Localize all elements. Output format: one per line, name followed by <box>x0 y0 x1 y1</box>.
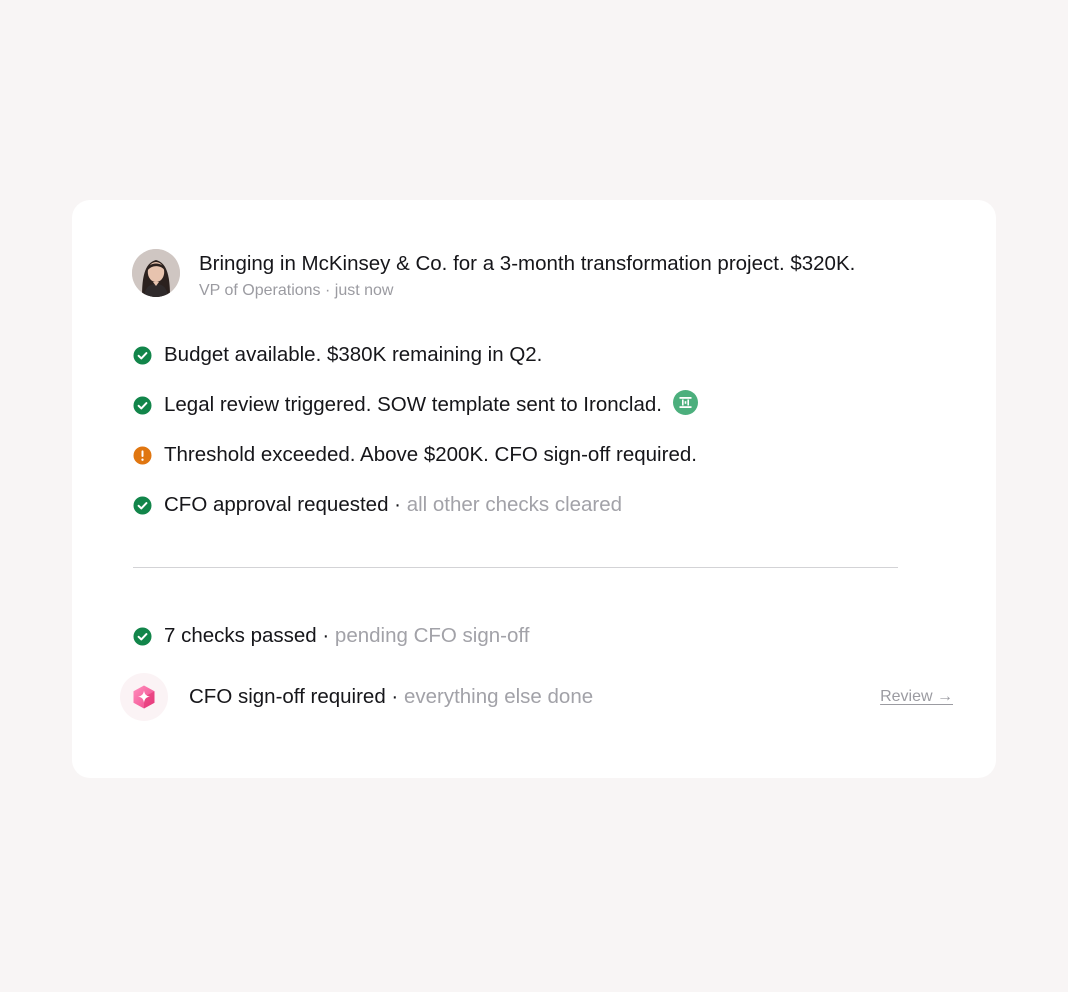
review-link[interactable]: Review → <box>880 688 953 706</box>
check-text: Budget available. $380K remaining in Q2. <box>164 343 543 366</box>
check-label: CFO approval requested <box>164 493 389 516</box>
checks-list: Budget available. $380K remaining in Q2.… <box>133 340 956 520</box>
action-detail: everything else done <box>403 685 594 708</box>
check-circle-icon <box>133 496 152 515</box>
avatar <box>132 249 180 297</box>
check-item-threshold: Threshold exceeded. Above $200K. CFO sig… <box>133 440 956 470</box>
check-circle-icon <box>133 346 152 365</box>
approval-card: Bringing in McKinsey & Co. for a 3-month… <box>72 200 996 778</box>
check-circle-icon <box>133 396 152 415</box>
summary-detail: pending CFO sign-off <box>334 624 530 647</box>
summary-text: 7 checks passed · pending CFO sign-off <box>164 622 529 650</box>
action-label: CFO sign-off required <box>189 685 386 708</box>
check-detail: all other checks cleared <box>406 493 623 516</box>
sparkle-cube-icon <box>120 673 168 721</box>
warning-circle-icon <box>133 446 152 465</box>
check-circle-icon <box>133 627 152 646</box>
check-text: Threshold exceeded. Above $200K. CFO sig… <box>164 443 697 466</box>
check-text: CFO approval requested · all other check… <box>164 491 622 519</box>
requester-role: VP of Operations <box>199 282 321 299</box>
check-text: Legal review triggered. SOW template sen… <box>164 393 662 416</box>
check-item-cfo-approval: CFO approval requested · all other check… <box>133 490 956 520</box>
ironclad-icon <box>672 389 698 415</box>
action-text: CFO sign-off required · everything else … <box>189 683 593 711</box>
divider <box>133 567 898 568</box>
separator: · <box>316 624 335 647</box>
check-item-legal: Legal review triggered. SOW template sen… <box>133 389 956 420</box>
meta-separator: · <box>320 282 335 299</box>
summary-label: 7 checks passed <box>164 624 317 647</box>
separator: · <box>388 493 407 516</box>
request-meta: VP of Operations · just now <box>199 281 855 301</box>
summary-row: 7 checks passed · pending CFO sign-off <box>133 621 529 651</box>
separator: · <box>385 685 404 708</box>
request-title: Bringing in McKinsey & Co. for a 3-month… <box>199 252 856 275</box>
request-time: just now <box>334 282 394 299</box>
request-header: Bringing in McKinsey & Co. for a 3-month… <box>132 249 956 301</box>
check-item-budget: Budget available. $380K remaining in Q2. <box>133 340 956 370</box>
action-row: CFO sign-off required · everything else … <box>120 672 953 722</box>
